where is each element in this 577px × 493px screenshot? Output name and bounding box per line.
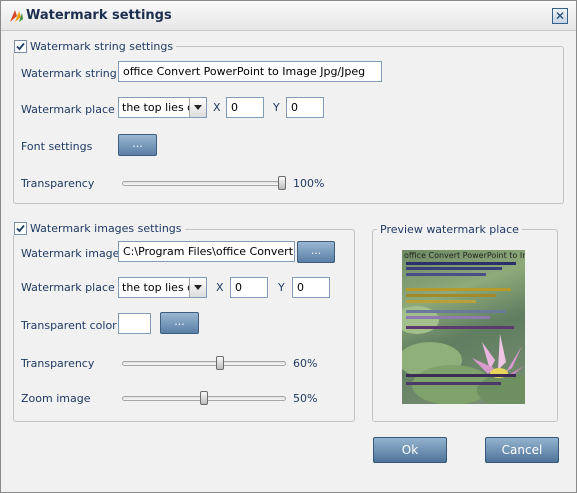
string-transparency-label: Transparency	[21, 177, 95, 190]
close-icon: ✕	[554, 9, 566, 23]
watermark-image-legend-label: Watermark images settings	[30, 222, 182, 235]
zoom-image-label: Zoom image	[21, 392, 91, 405]
watermark-string-checkbox[interactable]	[14, 40, 27, 53]
watermark-place-value: the top lies on	[122, 101, 190, 114]
close-button[interactable]: ✕	[552, 8, 568, 24]
cancel-button[interactable]: Cancel	[485, 437, 559, 463]
preview-legend: Preview watermark place	[377, 223, 522, 236]
watermark-image-path-input[interactable]: C:\Program Files\office Convert Po	[118, 241, 295, 262]
image-transparency-thumb[interactable]	[215, 356, 224, 370]
watermark-place-label: Watermark place	[21, 103, 115, 116]
string-transparency-thumb[interactable]	[278, 176, 286, 190]
image-transparency-value: 60%	[293, 357, 318, 370]
browse-image-button[interactable]: ...	[297, 241, 335, 263]
watermark-image-legend: Watermark images settings	[11, 222, 185, 235]
string-transparency-slider[interactable]	[122, 181, 286, 186]
image-x-input[interactable]: 0	[230, 277, 268, 298]
watermark-string-input[interactable]: office Convert PowerPoint to Image Jpg/J…	[118, 61, 382, 82]
transparent-color-label: Transparent color	[21, 319, 117, 332]
watermark-image-label: Watermark image	[21, 247, 120, 260]
font-settings-label: Font settings	[21, 140, 93, 153]
chevron-down-icon[interactable]	[189, 98, 206, 117]
image-place-label: Watermark place	[21, 281, 115, 294]
preview-image: office Convert PowerPoint to Image	[402, 250, 525, 404]
image-y-input[interactable]: 0	[292, 277, 330, 298]
checkmark-icon	[16, 224, 25, 233]
image-transparency-label: Transparency	[21, 357, 95, 370]
title-bar: Watermark settings ✕	[1, 1, 576, 31]
image-place-select[interactable]: the top lies on	[118, 277, 207, 298]
dialog-title: Watermark settings	[26, 8, 172, 23]
watermark-settings-dialog: Watermark settings ✕ Watermark string se…	[0, 0, 577, 493]
x-label: X	[213, 101, 221, 114]
image-place-value: the top lies on	[122, 281, 190, 294]
font-settings-button[interactable]: ...	[118, 134, 157, 156]
watermark-app-icon	[10, 10, 23, 22]
watermark-place-select[interactable]: the top lies on	[118, 97, 207, 118]
watermark-string-legend: Watermark string settings	[11, 40, 177, 53]
chevron-down-icon[interactable]	[189, 278, 206, 297]
image-y-label: Y	[278, 281, 285, 294]
zoom-image-thumb[interactable]	[200, 391, 208, 405]
ok-button[interactable]: Ok	[373, 437, 447, 463]
y-label: Y	[273, 101, 280, 114]
watermark-image-checkbox[interactable]	[14, 222, 27, 235]
pick-color-button[interactable]: ...	[160, 312, 199, 334]
watermark-string-legend-label: Watermark string settings	[30, 40, 174, 53]
y-input[interactable]: 0	[286, 97, 324, 118]
preview-watermark-text: office Convert PowerPoint to Image	[404, 251, 525, 260]
transparent-color-swatch[interactable]	[118, 313, 151, 334]
image-x-label: X	[216, 281, 224, 294]
x-input[interactable]: 0	[226, 97, 264, 118]
watermark-string-label: Watermark string	[21, 67, 117, 80]
image-transparency-slider[interactable]	[122, 361, 286, 366]
string-transparency-value: 100%	[293, 177, 325, 190]
checkmark-icon	[16, 42, 25, 51]
zoom-image-value: 50%	[293, 392, 318, 405]
